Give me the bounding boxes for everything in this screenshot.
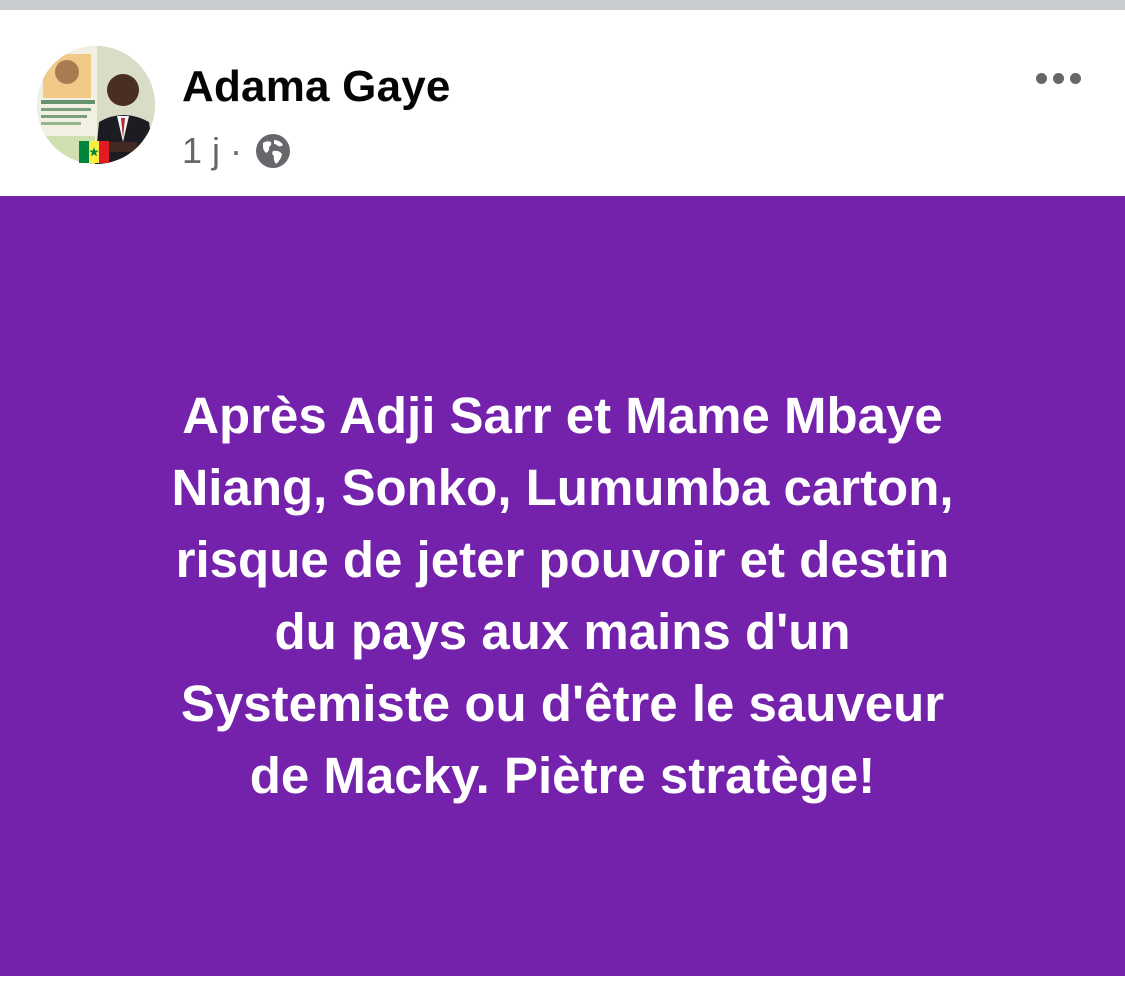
post-text-line: risque de jeter pouvoir et destin xyxy=(175,531,950,588)
post-text-line: Systemiste ou d'être le sauveur xyxy=(180,675,945,732)
post-text: Après Adji Sarr et Mame Mbaye Niang, Son… xyxy=(83,380,1043,812)
post-footer-gap xyxy=(0,976,1125,992)
more-dot xyxy=(1069,72,1081,84)
author-name[interactable]: Adama Gaye xyxy=(182,62,451,112)
more-dot xyxy=(1035,72,1047,84)
feed-separator xyxy=(0,0,1125,10)
post-text-line: du pays aux mains d'un xyxy=(274,603,851,660)
globe-icon[interactable] xyxy=(254,132,292,170)
post-timestamp[interactable]: 1 j xyxy=(182,130,220,172)
post-card: Adama Gaye 1 j · Après Adji Sarr et Mame… xyxy=(0,10,1125,992)
post-meta: 1 j · xyxy=(182,130,292,172)
post-text-line: Niang, Sonko, Lumumba carton, xyxy=(171,459,954,516)
more-options-button[interactable] xyxy=(1026,58,1090,98)
more-dot xyxy=(1052,72,1064,84)
colored-text-post: Après Adji Sarr et Mame Mbaye Niang, Son… xyxy=(0,196,1125,976)
post-text-line: de Macky. Piètre stratège! xyxy=(249,747,876,804)
post-header: Adama Gaye 1 j · xyxy=(0,10,1125,196)
post-text-line: Après Adji Sarr et Mame Mbaye xyxy=(182,387,943,444)
senegal-flag-icon xyxy=(79,141,109,163)
meta-separator: · xyxy=(230,130,243,171)
